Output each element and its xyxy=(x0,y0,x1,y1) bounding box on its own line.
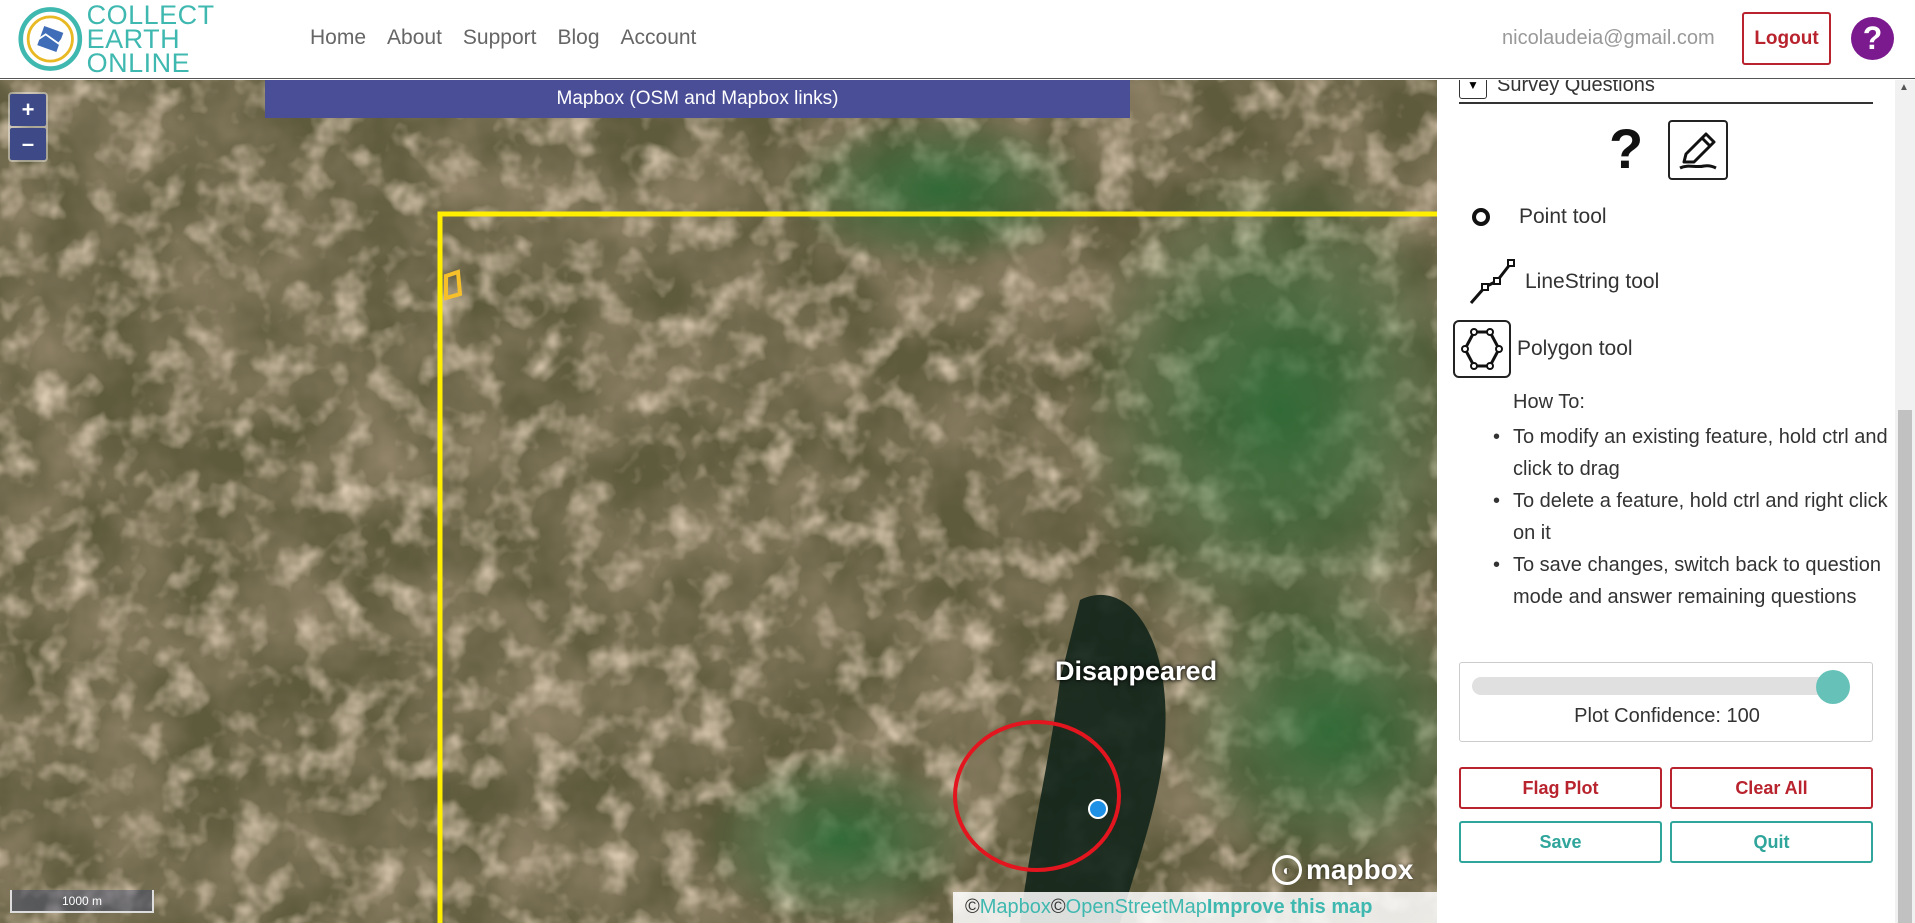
confidence-slider-thumb[interactable] xyxy=(1816,670,1850,704)
polygon-tool-selected-frame xyxy=(1453,320,1511,378)
polygon-tool-icon xyxy=(1461,328,1503,370)
logout-button[interactable]: Logout xyxy=(1742,12,1831,65)
brand-line-2: ONLINE xyxy=(86,48,191,78)
mapbox-mark-icon: ◐ xyxy=(1272,855,1302,885)
nav-links: Home About Support Blog Account xyxy=(310,26,696,50)
mapbox-logo-text: mapbox xyxy=(1306,854,1414,885)
point-tool-icon xyxy=(1472,208,1490,226)
attribution-copyright-1: © xyxy=(965,896,980,918)
map-canvas[interactable]: + – Mapbox (OSM and Mapbox links) Disapp… xyxy=(0,80,1437,923)
plot-confidence-panel: Plot Confidence: 100 xyxy=(1459,662,1873,742)
survey-questions-header[interactable]: ▼ Survey Questions xyxy=(1459,80,1873,104)
feature-label: Disappeared xyxy=(1055,656,1218,686)
imagery-title-banner: Mapbox (OSM and Mapbox links) xyxy=(265,80,1130,118)
brand-logo[interactable]: COLLECT EARTH ONLINE xyxy=(18,0,298,78)
howto-item: To modify an existing feature, hold ctrl… xyxy=(1493,421,1893,485)
collapse-toggle-icon[interactable]: ▼ xyxy=(1459,80,1487,99)
satellite-imagery xyxy=(0,80,1437,923)
sidebar-scrollbar[interactable]: ▲ xyxy=(1895,80,1915,923)
help-button[interactable]: ? xyxy=(1851,17,1894,60)
nav-support-link[interactable]: Support xyxy=(463,26,537,50)
top-navbar: COLLECT EARTH ONLINE Home About Support … xyxy=(0,0,1915,79)
linestring-tool-label: LineString tool xyxy=(1525,270,1660,293)
user-email: nicolaudeia@gmail.com xyxy=(1502,27,1715,49)
polygon-tool-label: Polygon tool xyxy=(1517,337,1633,360)
scroll-up-icon[interactable]: ▲ xyxy=(1899,82,1909,93)
attribution-copyright-2: © xyxy=(1050,896,1066,918)
nav-blog-link[interactable]: Blog xyxy=(557,26,599,50)
scrollbar-thumb[interactable] xyxy=(1898,410,1912,923)
nav-about-link[interactable]: About xyxy=(387,26,442,50)
osm-attribution-link[interactable]: OpenStreetMap xyxy=(1066,896,1207,919)
howto-item: To save changes, switch back to question… xyxy=(1493,549,1893,613)
point-tool-label: Point tool xyxy=(1519,205,1607,228)
zoom-controls: + – xyxy=(8,92,48,162)
flag-plot-button[interactable]: Flag Plot xyxy=(1459,767,1662,809)
polygon-tool[interactable]: Polygon tool xyxy=(1453,320,1633,378)
nav-account-link[interactable]: Account xyxy=(621,26,697,50)
brand-name: COLLECT EARTH ONLINE xyxy=(86,0,298,78)
map-attribution: © Mapbox © OpenStreetMap Improve this ma… xyxy=(953,892,1437,923)
howto-list: To modify an existing feature, hold ctrl… xyxy=(1493,421,1893,613)
quit-button[interactable]: Quit xyxy=(1670,821,1873,863)
brand-line-1: COLLECT EARTH xyxy=(86,0,215,54)
linestring-tool-icon xyxy=(1469,259,1515,304)
improve-map-link[interactable]: Improve this map xyxy=(1207,896,1373,919)
nav-home-link[interactable]: Home xyxy=(310,26,366,50)
linestring-tool[interactable]: LineString tool xyxy=(1467,257,1659,307)
confidence-label: Plot Confidence: 100 xyxy=(1574,705,1760,727)
howto-item: To delete a feature, hold ctrl and right… xyxy=(1493,485,1893,549)
save-button[interactable]: Save xyxy=(1459,821,1662,863)
globe-logo-icon xyxy=(18,7,83,71)
sidebar-panel: ▼ Survey Questions ? Point tool LineStri… xyxy=(1437,80,1915,923)
survey-header-label: Survey Questions xyxy=(1497,80,1655,96)
pen-draw-icon xyxy=(1679,132,1717,170)
zoom-in-button[interactable]: + xyxy=(10,94,46,126)
howto-title: How To: xyxy=(1513,391,1585,413)
question-mode-button[interactable]: ? xyxy=(1609,116,1643,181)
scale-bar: 1000 m xyxy=(10,890,154,913)
point-tool[interactable]: Point tool xyxy=(1467,202,1607,232)
mapbox-logo[interactable]: ◐ mapbox xyxy=(1272,854,1413,886)
mapbox-attribution-link[interactable]: Mapbox xyxy=(980,896,1051,919)
confidence-slider[interactable] xyxy=(1472,670,1850,704)
draw-mode-button[interactable] xyxy=(1668,120,1728,180)
clear-all-button[interactable]: Clear All xyxy=(1670,767,1873,809)
zoom-out-button[interactable]: – xyxy=(10,128,46,160)
